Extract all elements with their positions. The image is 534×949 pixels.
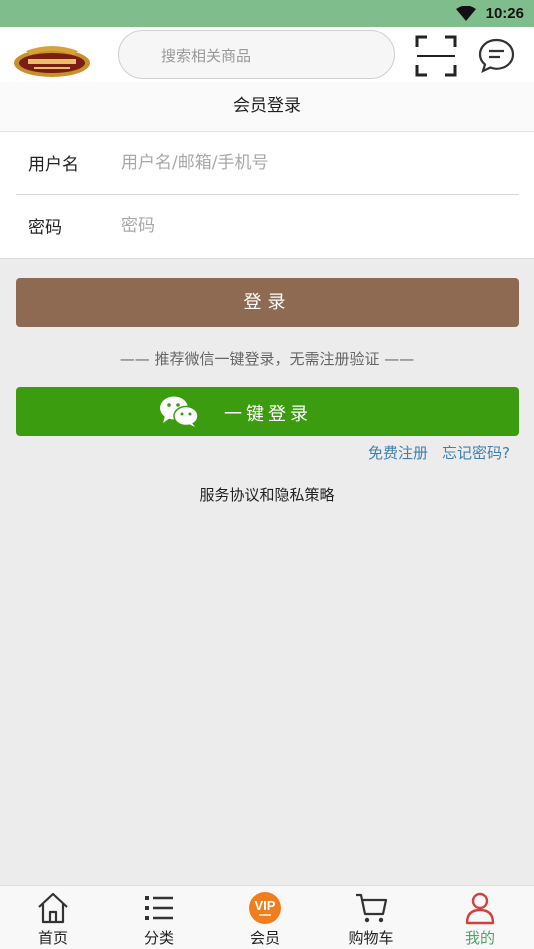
cart-icon <box>356 893 388 923</box>
tab-category[interactable]: 分类 <box>106 886 212 949</box>
wechat-icon <box>160 396 199 427</box>
message-icon[interactable] <box>478 37 515 74</box>
top-bar: 搜索相关商品 <box>0 27 534 82</box>
tab-cart-label: 购物车 <box>348 929 394 947</box>
tab-member[interactable]: VIP 会员 <box>212 886 318 949</box>
password-label: 密码 <box>28 218 62 238</box>
login-button[interactable]: 登录 <box>16 278 519 327</box>
wechat-recommend-tip: —— 推荐微信一键登录，无需注册验证 —— <box>119 350 415 368</box>
auth-links: 免费注册 忘记密码? <box>354 442 510 463</box>
status-bar: 10:26 <box>0 0 534 27</box>
password-row: 密码 <box>16 195 519 258</box>
wechat-login-label: 一键登录 <box>224 404 312 425</box>
login-form: 用户名 密码 <box>0 132 534 259</box>
tab-mine[interactable]: 我的 <box>427 886 533 949</box>
tab-category-label: 分类 <box>143 929 174 947</box>
password-field[interactable] <box>121 211 501 241</box>
list-icon <box>145 896 173 920</box>
bottom-tab-bar: 首页 分类 VIP 会员 购物车 我的 <box>0 885 534 949</box>
scan-icon[interactable] <box>415 35 457 77</box>
tab-member-label: 会员 <box>249 929 280 947</box>
username-field[interactable] <box>121 148 501 178</box>
home-icon <box>38 892 68 924</box>
register-link[interactable]: 免费注册 <box>368 444 428 462</box>
status-time: 10:26 <box>485 5 524 22</box>
tab-home[interactable]: 首页 <box>0 886 106 949</box>
search-input[interactable]: 搜索相关商品 <box>118 30 395 79</box>
user-icon <box>465 892 495 925</box>
svg-text:VIP: VIP <box>255 898 276 913</box>
username-label: 用户名 <box>28 155 79 175</box>
search-placeholder: 搜索相关商品 <box>161 47 252 65</box>
username-row: 用户名 <box>16 132 519 195</box>
tab-mine-label: 我的 <box>464 929 495 947</box>
policy-link[interactable]: 服务协议和隐私策略 <box>0 484 534 505</box>
wifi-icon <box>456 6 476 21</box>
wechat-login-button[interactable]: 一键登录 <box>16 387 519 436</box>
tab-cart[interactable]: 购物车 <box>318 886 424 949</box>
page-title: 会员登录 <box>0 82 534 132</box>
forgot-password-link[interactable]: 忘记密码? <box>442 444 510 462</box>
tab-home-label: 首页 <box>37 929 68 947</box>
brand-logo[interactable] <box>12 43 92 79</box>
vip-icon: VIP <box>249 892 281 924</box>
